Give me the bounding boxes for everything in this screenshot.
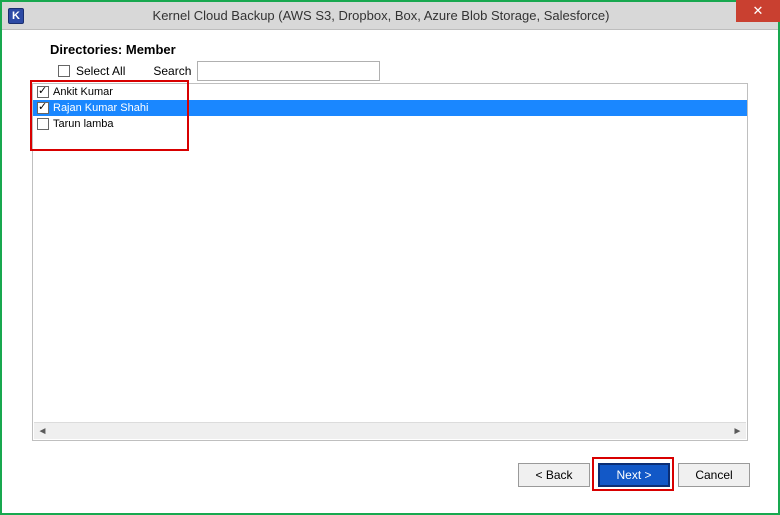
member-name: Rajan Kumar Shahi	[53, 100, 148, 116]
member-rows: Ankit KumarRajan Kumar ShahiTarun lamba	[33, 84, 747, 132]
horizontal-scrollbar[interactable]: ◄ ►	[34, 422, 746, 439]
member-name: Ankit Kumar	[53, 84, 113, 100]
member-name: Tarun lamba	[53, 116, 114, 132]
close-icon: ✕	[753, 3, 764, 19]
member-checkbox[interactable]	[37, 102, 49, 114]
member-checkbox[interactable]	[37, 118, 49, 130]
scroll-left-icon[interactable]: ◄	[34, 423, 51, 439]
wizard-buttons: < Back Next > Cancel	[2, 441, 778, 487]
cancel-button[interactable]: Cancel	[678, 463, 750, 487]
title-bar: K Kernel Cloud Backup (AWS S3, Dropbox, …	[2, 2, 778, 30]
close-button[interactable]: ✕	[736, 0, 780, 22]
list-item[interactable]: Ankit Kumar	[33, 84, 747, 100]
select-all-control[interactable]: Select All	[54, 62, 125, 80]
back-button[interactable]: < Back	[518, 463, 590, 487]
member-listbox[interactable]: Ankit KumarRajan Kumar ShahiTarun lamba …	[32, 83, 748, 441]
member-checkbox[interactable]	[37, 86, 49, 98]
member-list-container: Ankit KumarRajan Kumar ShahiTarun lamba …	[32, 83, 748, 441]
list-item[interactable]: Tarun lamba	[33, 116, 747, 132]
scroll-right-icon[interactable]: ►	[729, 423, 746, 439]
next-button[interactable]: Next >	[598, 463, 670, 487]
toolbar: Select All Search	[54, 61, 750, 81]
search-label: Search	[153, 64, 191, 78]
search-input[interactable]	[197, 61, 380, 81]
dialog-content: Directories: Member Select All Search An…	[2, 30, 778, 441]
section-heading: Directories: Member	[50, 42, 750, 57]
select-all-label: Select All	[76, 64, 125, 78]
app-icon: K	[8, 8, 24, 24]
window-title: Kernel Cloud Backup (AWS S3, Dropbox, Bo…	[24, 8, 738, 23]
scroll-track[interactable]	[51, 423, 729, 439]
list-item[interactable]: Rajan Kumar Shahi	[33, 100, 747, 116]
select-all-checkbox[interactable]	[58, 65, 70, 77]
